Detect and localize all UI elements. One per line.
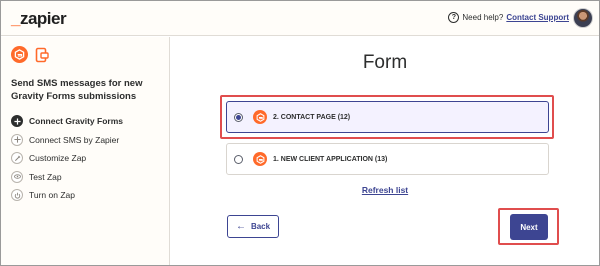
help-icon: ? [448,12,460,23]
back-button[interactable]: ← Back [227,215,279,238]
refresh-list-link[interactable]: Refresh list [171,185,599,195]
main-content: Form 2. CONTACT PAGE (12) 1. NEW CLIENT … [171,37,599,265]
form-option-contact-page[interactable]: 2. CONTACT PAGE (12) [226,101,549,133]
step-connect-gravity-forms[interactable]: Connect Gravity Forms [11,112,123,131]
user-avatar[interactable] [573,8,593,28]
page-title: Form [362,52,408,73]
plus-icon [11,133,23,146]
contact-support-link[interactable]: Contact Support [506,13,569,22]
option-label: 1. NEW CLIENT APPLICATION (13) [273,155,388,163]
radio-selected[interactable] [234,112,243,122]
sidebar: Send SMS messages for new Gravity Forms … [1,37,170,265]
radio-unselected[interactable] [234,154,243,164]
gravity-forms-icon [11,46,28,63]
step-customize-zap[interactable]: Customize Zap [11,149,123,168]
step-test-zap[interactable]: Test Zap [11,168,123,187]
setup-steps: Connect Gravity Forms Connect SMS by Zap… [11,112,123,205]
gravity-forms-icon [253,110,267,124]
sms-by-zapier-icon [33,46,50,63]
help-text: Need help? [462,13,504,22]
plus-icon [11,115,23,128]
step-connect-sms[interactable]: Connect SMS by Zapier [11,131,123,150]
next-button[interactable]: Next [510,214,548,240]
step-turn-on-zap[interactable]: Turn on Zap [11,186,123,205]
zapier-logo[interactable]: _zapier [11,9,67,29]
power-icon [11,189,23,202]
app-icons [11,46,55,63]
arrow-left-icon: ← [235,221,246,232]
form-option-new-client-application[interactable]: 1. NEW CLIENT APPLICATION (13) [226,143,549,175]
zap-title: Send SMS messages for new Gravity Forms … [11,78,143,102]
option-label: 2. CONTACT PAGE (12) [273,113,351,121]
header-bar: _zapier ? Need help? Contact Support [1,1,599,36]
help-area: ? Need help? Contact Support [448,12,569,23]
pencil-icon [11,152,23,165]
eye-icon [11,170,23,183]
gravity-forms-icon [253,152,267,166]
